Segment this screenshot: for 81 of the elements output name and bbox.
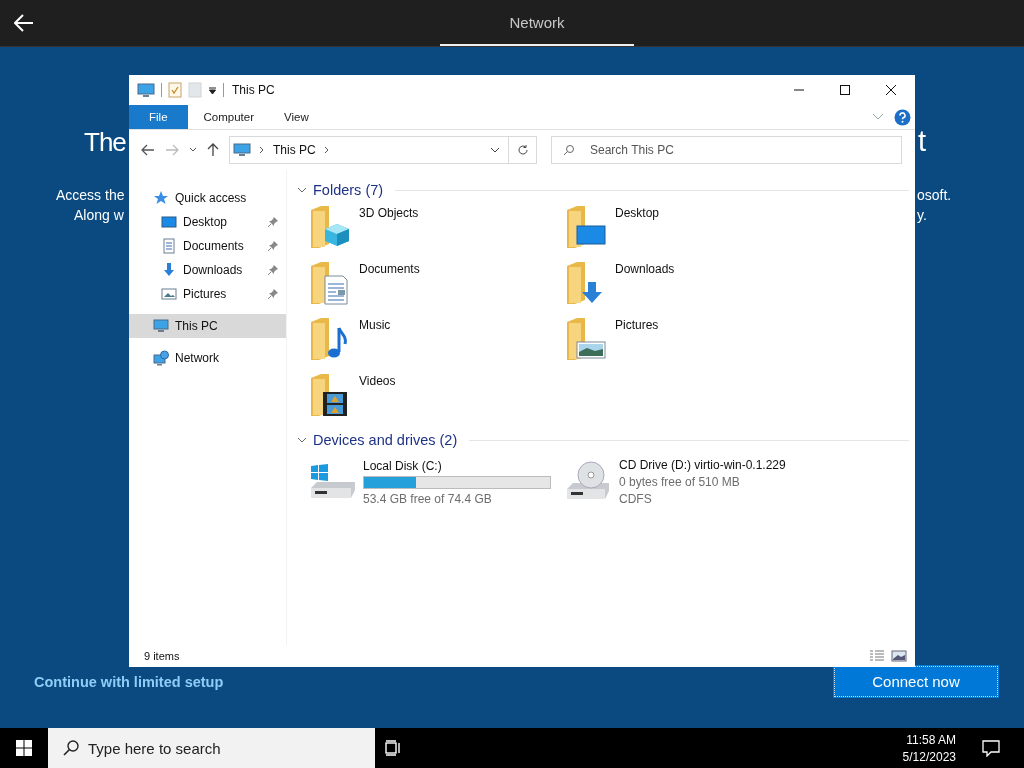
group-header[interactable]: Folders (7)	[313, 182, 384, 198]
folder-name[interactable]: Desktop	[615, 204, 660, 220]
nav-item[interactable]: Pictures	[129, 282, 286, 306]
search-field[interactable]: Search This PC	[551, 136, 902, 164]
folder-name[interactable]: Documents	[359, 260, 420, 276]
close-icon[interactable]	[885, 84, 897, 96]
heading-text: t	[918, 125, 927, 158]
nav-item[interactable]: Desktop	[129, 210, 286, 234]
image-icon	[161, 286, 177, 302]
free-space-text: 53.4 GB free of 74.4 GB	[363, 491, 493, 506]
folder-name[interactable]: Music	[359, 316, 391, 332]
chevron-down-icon[interactable]	[297, 187, 307, 193]
star-icon	[153, 190, 169, 206]
dropdown-icon[interactable]	[208, 85, 217, 95]
dropdown-icon[interactable]	[490, 147, 500, 153]
nav-item[interactable]: This PC	[129, 314, 286, 338]
free-space-text: 0 bytes free of 510 MB	[619, 475, 741, 489]
continue-link[interactable]: Continue with limited setup	[34, 673, 224, 690]
clock-date[interactable]: 5/12/2023	[902, 749, 956, 764]
taskbar-search-field[interactable]: Type here to search	[48, 728, 375, 768]
ribbon-tab[interactable]: Computer	[189, 105, 269, 129]
pin-icon[interactable]	[268, 217, 278, 227]
pin-icon[interactable]	[268, 265, 278, 275]
nav-item[interactable]: Quick access	[129, 186, 286, 210]
computer-icon	[137, 82, 155, 98]
chevron-right-icon[interactable]	[259, 146, 265, 154]
back-icon[interactable]	[141, 144, 155, 156]
recent-locations-icon[interactable]	[189, 147, 197, 153]
refresh-button[interactable]	[509, 136, 537, 164]
folder-name[interactable]: Videos	[359, 372, 396, 388]
folder-cube-icon[interactable]	[309, 204, 351, 250]
folder-name[interactable]: Pictures	[615, 316, 659, 332]
address-bar[interactable]: This PC	[229, 136, 509, 164]
file-system-text: CDFS	[619, 492, 653, 506]
monitor-icon	[161, 214, 177, 230]
search-icon	[563, 144, 575, 156]
search-icon	[62, 739, 80, 757]
folder-name[interactable]: 3D Objects	[359, 204, 419, 220]
nav-item[interactable]: Documents	[129, 234, 286, 258]
windows-drive-icon[interactable]	[309, 462, 357, 500]
description-text: Along w	[74, 207, 124, 223]
folder-image-icon[interactable]	[565, 316, 607, 362]
drive-name[interactable]: CD Drive (D:) virtio-win-0.1.229	[619, 456, 786, 472]
window-title: This PC	[232, 83, 275, 97]
description-text: y.	[917, 207, 927, 223]
group-header[interactable]: Devices and drives (2)	[313, 432, 458, 448]
drive-name[interactable]: Local Disk (C:)	[363, 456, 551, 473]
refresh-icon	[516, 144, 529, 156]
nav-item[interactable]: Network	[129, 346, 286, 370]
properties-icon[interactable]	[168, 82, 182, 98]
folder-monitor-icon[interactable]	[565, 204, 607, 250]
description-text: osoft.	[917, 187, 952, 203]
page-title: Network	[440, 0, 634, 46]
connect-button[interactable]: Connect now	[834, 666, 998, 697]
ribbon-tab[interactable]: File	[129, 105, 188, 129]
computer-icon	[233, 143, 251, 157]
pin-icon[interactable]	[268, 289, 278, 299]
breadcrumb[interactable]: This PC	[273, 143, 316, 157]
description-text: Access the	[56, 187, 125, 203]
windows-logo-icon	[16, 740, 32, 756]
notifications-icon[interactable]	[982, 739, 1000, 757]
up-icon[interactable]	[207, 143, 219, 157]
folder-document-icon[interactable]	[309, 260, 351, 306]
clock-time[interactable]: 11:58 AM	[906, 732, 956, 747]
help-icon[interactable]	[894, 108, 911, 126]
down-arrow-icon	[161, 262, 177, 278]
nav-item[interactable]: Downloads	[129, 258, 286, 282]
item-count: 9 items	[144, 650, 180, 662]
network-icon	[153, 350, 169, 366]
computer-icon	[153, 318, 169, 334]
large-icons-view-icon[interactable]	[891, 650, 907, 662]
ribbon-tab[interactable]: View	[270, 105, 323, 129]
pin-icon[interactable]	[268, 241, 278, 251]
document-icon	[161, 238, 177, 254]
folder-name[interactable]: Downloads	[615, 260, 675, 276]
maximize-icon[interactable]	[839, 84, 851, 96]
chevron-down-icon[interactable]	[297, 437, 307, 443]
task-view-icon[interactable]	[384, 740, 402, 756]
heading-text: The	[84, 127, 126, 158]
back-arrow-icon[interactable]	[14, 14, 34, 32]
chevron-right-icon[interactable]	[323, 146, 330, 154]
